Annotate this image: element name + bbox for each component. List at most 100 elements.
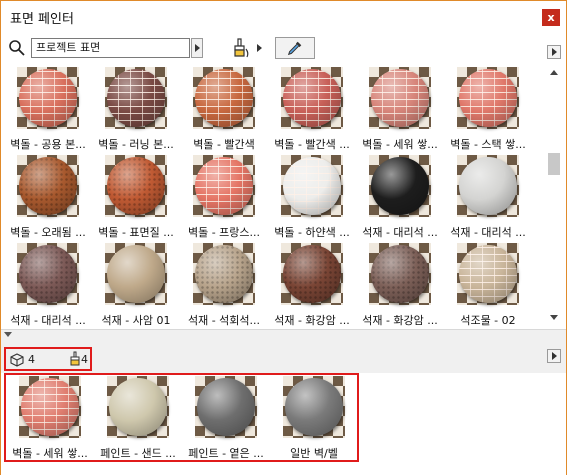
surface-label: 석재 - 사암 01: [101, 314, 171, 327]
surface-label: 벽돌 - 하얀색 ...: [274, 226, 350, 239]
surface-tile[interactable]: 석재 - 대리석 ...: [444, 155, 532, 243]
material-sphere: [21, 378, 79, 436]
material-sphere: [195, 69, 253, 127]
filter-menu-button[interactable]: [191, 38, 203, 58]
surface-thumbnail: [193, 243, 255, 305]
surface-label: 석재 - 대리석 ...: [10, 314, 86, 327]
surface-tile[interactable]: 벽돌 - 빨간색 ...: [268, 67, 356, 155]
collapse-arrow-icon[interactable]: [4, 332, 12, 337]
surface-thumbnail: [369, 67, 431, 129]
surface-filter-field[interactable]: 프로젝트 표면: [31, 38, 190, 58]
surface-thumbnail: [17, 243, 79, 305]
surface-label: 석재 - 대리석 ...: [450, 226, 526, 239]
vertical-scrollbar[interactable]: [545, 65, 563, 327]
object-count: 4: [28, 353, 35, 366]
close-button[interactable]: x: [542, 9, 560, 26]
surface-tile[interactable]: 석재 - 대리석 ...: [356, 155, 444, 243]
material-sphere: [109, 378, 167, 436]
surface-thumbnail: [369, 243, 431, 305]
material-sphere: [107, 157, 165, 215]
surface-tile[interactable]: 페인트 - 샌드 ...: [94, 376, 182, 464]
surface-count: 4: [81, 353, 88, 366]
surface-thumbnail: [17, 155, 79, 217]
surface-tile[interactable]: 일반 벽/벨: [270, 376, 358, 464]
surface-label: 벽돌 - 세워 쌓...: [362, 138, 438, 151]
scroll-thumb[interactable]: [548, 153, 560, 175]
used-surfaces-panel: 벽돌 - 세워 쌓... 페인트 - 샌드 ... 페인트 - 옅은 ... 일반 벽…: [1, 373, 566, 475]
surface-label: 일반 벽/벨: [290, 447, 338, 460]
scroll-up-arrow-icon[interactable]: [550, 70, 558, 75]
surface-thumbnail: [17, 67, 79, 129]
surface-tile[interactable]: 벽돌 - 하얀색 ...: [268, 155, 356, 243]
surface-label: 석재 - 화강암 ...: [362, 314, 438, 327]
surface-thumbnail: [193, 155, 255, 217]
surface-label: 석조물 - 02: [460, 314, 516, 327]
surface-tile[interactable]: 벽돌 - 빨간색: [180, 67, 268, 155]
paint-brush-icon[interactable]: [230, 37, 252, 59]
surface-label: 석재 - 대리석 ...: [362, 226, 438, 239]
surface-tile[interactable]: 석재 - 석회석...: [180, 243, 268, 327]
chevron-right-icon: [195, 44, 200, 52]
eyedropper-button[interactable]: [275, 37, 315, 59]
panel-options-button[interactable]: [547, 45, 561, 59]
material-sphere: [459, 69, 517, 127]
material-sphere: [107, 245, 165, 303]
surface-tile[interactable]: 벽돌 - 세워 쌓...: [356, 67, 444, 155]
surface-thumbnail: [105, 243, 167, 305]
eyedropper-icon: [287, 41, 302, 56]
surface-grid: 벽돌 - 공용 본... 벽돌 - 러닝 본... 벽돌 - 빨간색 벽돌 - 빨간색…: [4, 65, 544, 327]
surface-label: 벽돌 - 오래됨 ...: [10, 226, 86, 239]
material-sphere: [459, 157, 517, 215]
material-sphere: [19, 69, 77, 127]
search-icon: [9, 40, 25, 56]
surface-label: 벽돌 - 스택 쌓...: [450, 138, 526, 151]
surface-label: 벽돌 - 프랑스...: [187, 226, 261, 239]
material-sphere: [459, 245, 517, 303]
surface-thumbnail: [195, 376, 257, 438]
chevron-right-icon: [552, 352, 557, 360]
surface-label: 석재 - 석회석...: [187, 314, 261, 327]
surface-tile[interactable]: 벽돌 - 스택 쌓...: [444, 67, 532, 155]
surface-thumbnail: [281, 67, 343, 129]
material-sphere: [283, 157, 341, 215]
surface-tile[interactable]: 석재 - 사암 01: [92, 243, 180, 327]
surface-label: 벽돌 - 표면질 ...: [98, 226, 174, 239]
surface-tile[interactable]: 벽돌 - 표면질 ...: [92, 155, 180, 243]
surface-tile[interactable]: 석조물 - 02: [444, 243, 532, 327]
material-sphere: [195, 245, 253, 303]
surface-tile[interactable]: 석재 - 화강암 ...: [268, 243, 356, 327]
surface-tile[interactable]: 벽돌 - 프랑스...: [180, 155, 268, 243]
surface-label: 페인트 - 옅은 ...: [188, 447, 264, 460]
surface-tile[interactable]: 벽돌 - 공용 본...: [4, 67, 92, 155]
surface-label: 벽돌 - 빨간색: [193, 138, 255, 151]
usage-counts: 4 4: [4, 347, 92, 371]
material-sphere: [107, 69, 165, 127]
used-panel-options-button[interactable]: [547, 349, 561, 363]
material-sphere: [371, 245, 429, 303]
material-sphere: [19, 245, 77, 303]
material-sphere: [371, 69, 429, 127]
cube-icon: [10, 353, 24, 367]
title-bar[interactable]: 표면 페인터 x: [1, 1, 566, 31]
surface-tile[interactable]: 벽돌 - 오래됨 ...: [4, 155, 92, 243]
surface-thumbnail: [105, 155, 167, 217]
surface-tile[interactable]: 페인트 - 옅은 ...: [182, 376, 270, 464]
surface-tile[interactable]: 석재 - 화강암 ...: [356, 243, 444, 327]
surface-tile[interactable]: 벽돌 - 세워 쌓...: [6, 376, 94, 464]
surface-label: 벽돌 - 공용 본...: [10, 138, 86, 151]
toolbar: 프로젝트 표면: [1, 31, 566, 65]
material-sphere: [197, 378, 255, 436]
surface-tile[interactable]: 벽돌 - 러닝 본...: [92, 67, 180, 155]
surface-tile[interactable]: 석재 - 대리석 ...: [4, 243, 92, 327]
material-sphere: [285, 378, 343, 436]
brush-options-arrow-icon[interactable]: [257, 44, 262, 52]
surface-painter-window: 표면 페인터 x 프로젝트 표면 벽돌 - 공용 본... 벽돌 - 러닝 본.…: [0, 0, 567, 475]
surface-thumbnail: [457, 67, 519, 129]
panel-splitter[interactable]: [1, 329, 566, 339]
surface-label: 벽돌 - 러닝 본...: [98, 138, 174, 151]
chevron-right-icon: [552, 48, 557, 56]
scroll-down-arrow-icon[interactable]: [550, 315, 558, 320]
surface-thumbnail: [283, 376, 345, 438]
surface-thumbnail: [19, 376, 81, 438]
material-sphere: [283, 245, 341, 303]
